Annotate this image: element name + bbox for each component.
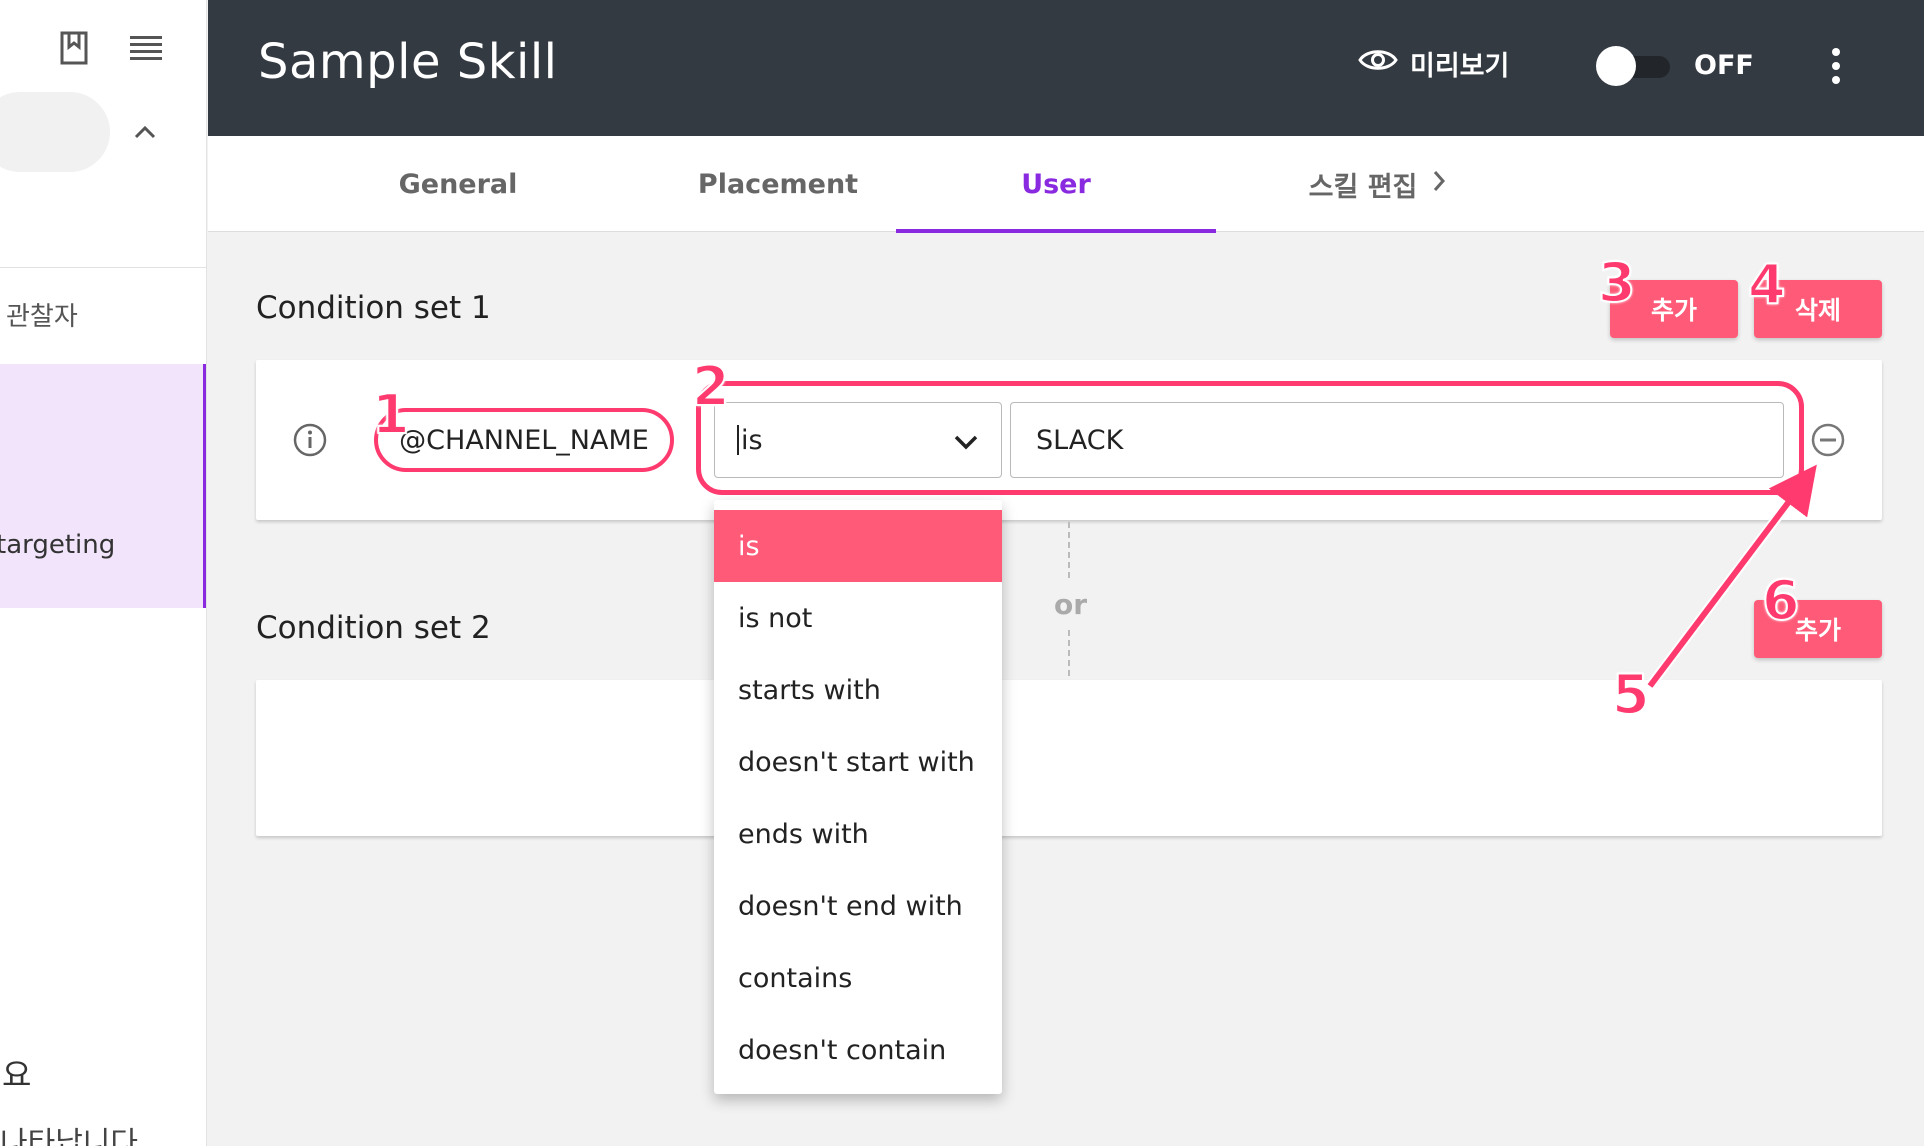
- preview-button[interactable]: 미리보기: [1358, 44, 1509, 83]
- sidebar-divider: [0, 267, 206, 268]
- annotation-number-3: 3: [1597, 251, 1637, 314]
- tab-skill-edit-label: 스킬 편집: [1308, 171, 1418, 203]
- sidebar: 관찰자 targeting 요 나타납니다: [0, 0, 207, 1146]
- chevron-right-icon: [1431, 169, 1447, 200]
- preview-toggle[interactable]: [1596, 46, 1678, 86]
- info-icon[interactable]: [292, 422, 328, 458]
- annotation-number-1: 1: [371, 383, 411, 446]
- tab-placement[interactable]: Placement: [618, 136, 938, 232]
- annotation-number-4: 4: [1747, 253, 1787, 316]
- tab-general[interactable]: General: [298, 136, 618, 232]
- annotation-number-2: 2: [691, 355, 731, 418]
- variable-chip[interactable]: @CHANNEL_NAME: [374, 408, 674, 472]
- operator-option-is[interactable]: is: [714, 510, 1002, 582]
- condition-set-1-title: Condition set 1: [256, 290, 491, 326]
- app-header: Sample Skill 미리보기 OFF: [208, 0, 1924, 136]
- or-divider-bottom: [1068, 630, 1070, 686]
- operator-option-starts-with[interactable]: starts with: [714, 654, 1002, 726]
- sidebar-bottom-heading: 요: [2, 1056, 32, 1094]
- page-title: Sample Skill: [258, 34, 558, 90]
- sidebar-bottom-text: 나타납니다: [0, 1126, 138, 1146]
- condition-set-2-title: Condition set 2: [256, 610, 491, 646]
- tab-bar: General Placement User 스킬 편집: [208, 136, 1924, 233]
- annotation-number-6: 6: [1761, 569, 1801, 632]
- condition-value-input[interactable]: SLACK: [1010, 402, 1784, 478]
- annotation-number-5: 5: [1611, 663, 1651, 726]
- operator-option-doesnt-start-with[interactable]: doesn't start with: [714, 726, 1002, 798]
- remove-condition-icon[interactable]: [1810, 422, 1846, 458]
- sidebar-item-observer[interactable]: 관찰자: [6, 296, 78, 333]
- sidebar-item-targeting-label: targeting: [0, 530, 116, 560]
- operator-dropdown-menu: is is not starts with doesn't start with…: [714, 500, 1002, 1094]
- sidebar-search-field[interactable]: [0, 92, 110, 172]
- operator-select[interactable]: is: [714, 402, 1002, 478]
- tab-user[interactable]: User: [896, 136, 1216, 233]
- operator-option-doesnt-contain[interactable]: doesn't contain: [714, 1014, 1002, 1086]
- eye-icon: [1358, 47, 1398, 80]
- list-icon[interactable]: [128, 28, 164, 68]
- tab-skill-edit[interactable]: 스킬 편집: [1218, 136, 1538, 232]
- chevron-down-icon: [953, 427, 979, 458]
- preview-label: 미리보기: [1410, 51, 1510, 82]
- operator-option-is-not[interactable]: is not: [714, 582, 1002, 654]
- or-divider-top: [1068, 522, 1070, 578]
- operator-option-doesnt-end-with[interactable]: doesn't end with: [714, 870, 1002, 942]
- toggle-state-label: OFF: [1694, 50, 1754, 81]
- chevron-up-icon[interactable]: [130, 112, 160, 152]
- operator-option-ends-with[interactable]: ends with: [714, 798, 1002, 870]
- operator-select-value: is: [741, 424, 763, 456]
- more-options-icon[interactable]: [1824, 44, 1848, 88]
- or-label: or: [1054, 588, 1088, 621]
- bookmark-icon[interactable]: [56, 28, 92, 68]
- operator-option-contains[interactable]: contains: [714, 942, 1002, 1014]
- sidebar-item-targeting[interactable]: [0, 364, 206, 608]
